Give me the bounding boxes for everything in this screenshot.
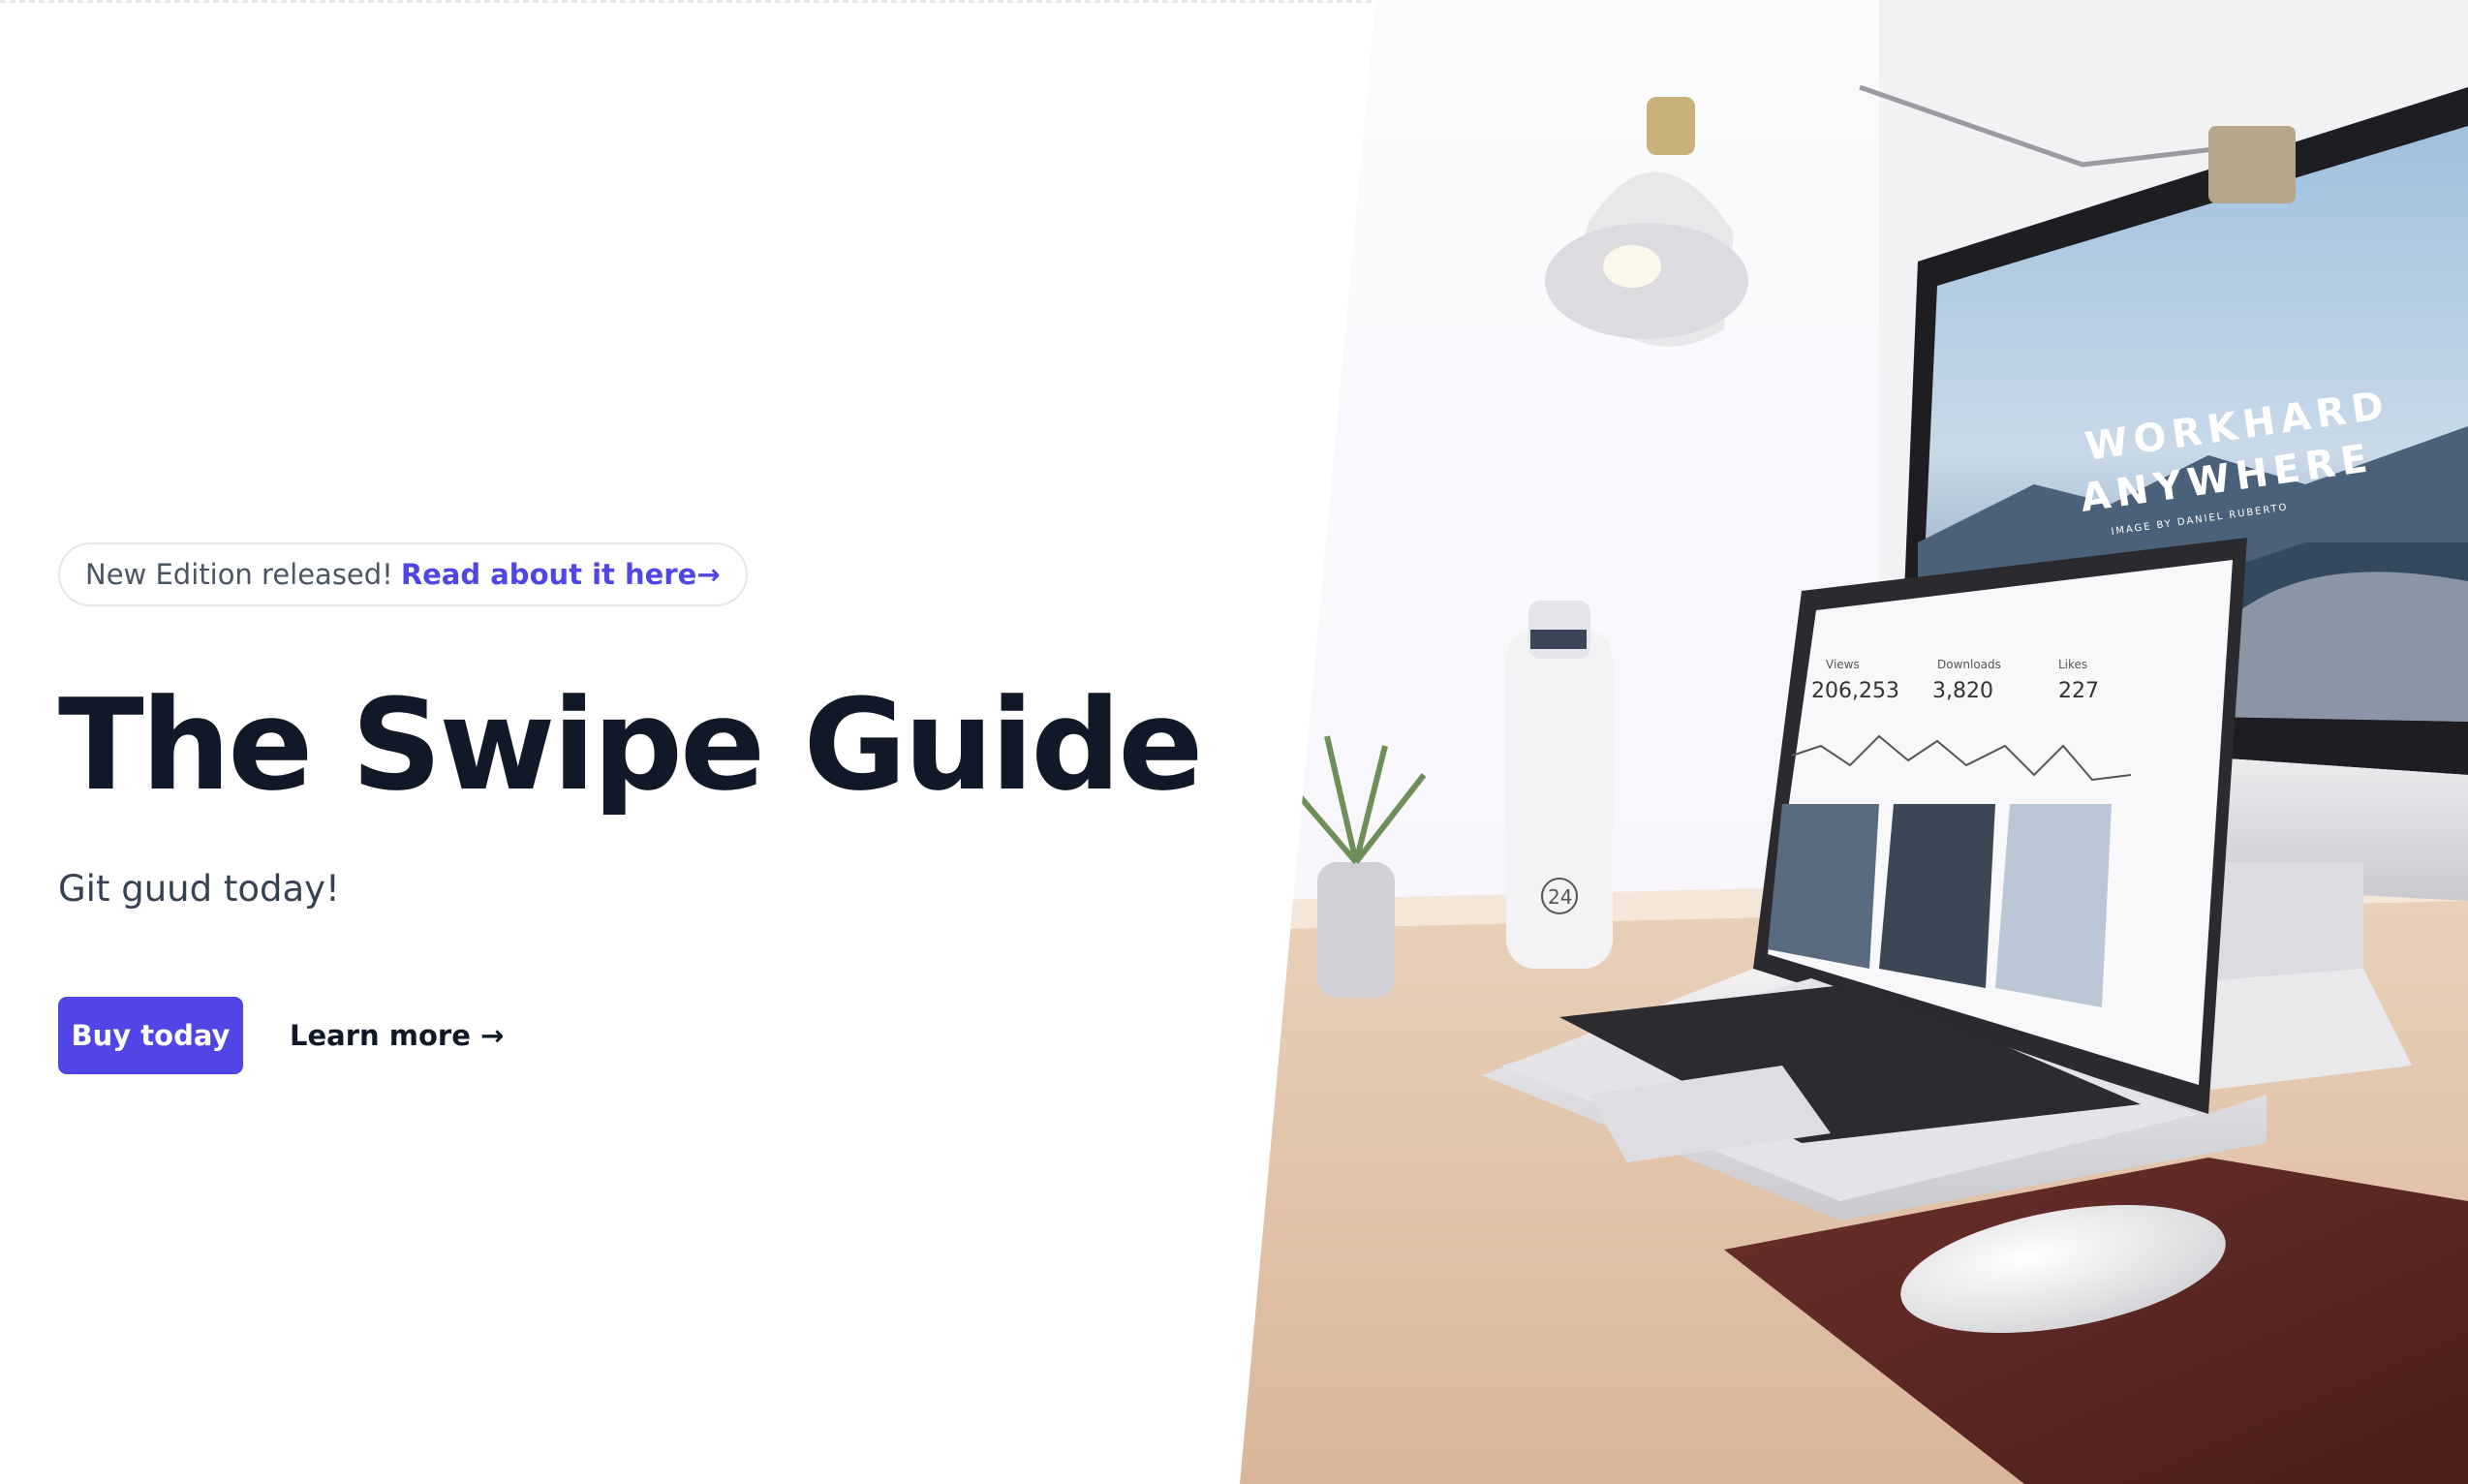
hero-content: New Edition released! Read about it here… xyxy=(58,542,1203,1074)
svg-text:206,253: 206,253 xyxy=(1811,679,1899,703)
announcement-badge: New Edition released! Read about it here… xyxy=(58,542,748,606)
cta-group: Buy today Learn more → xyxy=(58,997,1172,1074)
svg-text:24: 24 xyxy=(1548,885,1572,909)
hero-photo: WORKHARD ANYWHERE IMAGE BY DANIEL RUBERT… xyxy=(1240,0,2468,1484)
water-bottle: 24 xyxy=(1506,601,1613,969)
announcement-text: New Edition released! xyxy=(85,558,393,591)
announcement-link[interactable]: Read about it here→ xyxy=(401,558,721,591)
svg-text:Likes: Likes xyxy=(2058,658,2087,671)
page-title: The Swipe Guide xyxy=(58,671,1203,819)
learn-more-link[interactable]: Learn more → xyxy=(290,1019,504,1052)
svg-text:3,820: 3,820 xyxy=(1932,679,1993,703)
svg-text:Downloads: Downloads xyxy=(1937,658,2001,671)
buy-today-button[interactable]: Buy today xyxy=(58,997,243,1074)
svg-text:227: 227 xyxy=(2058,679,2099,703)
hero-subtitle: Git guud today! xyxy=(58,868,340,910)
svg-text:Views: Views xyxy=(1826,658,1860,671)
